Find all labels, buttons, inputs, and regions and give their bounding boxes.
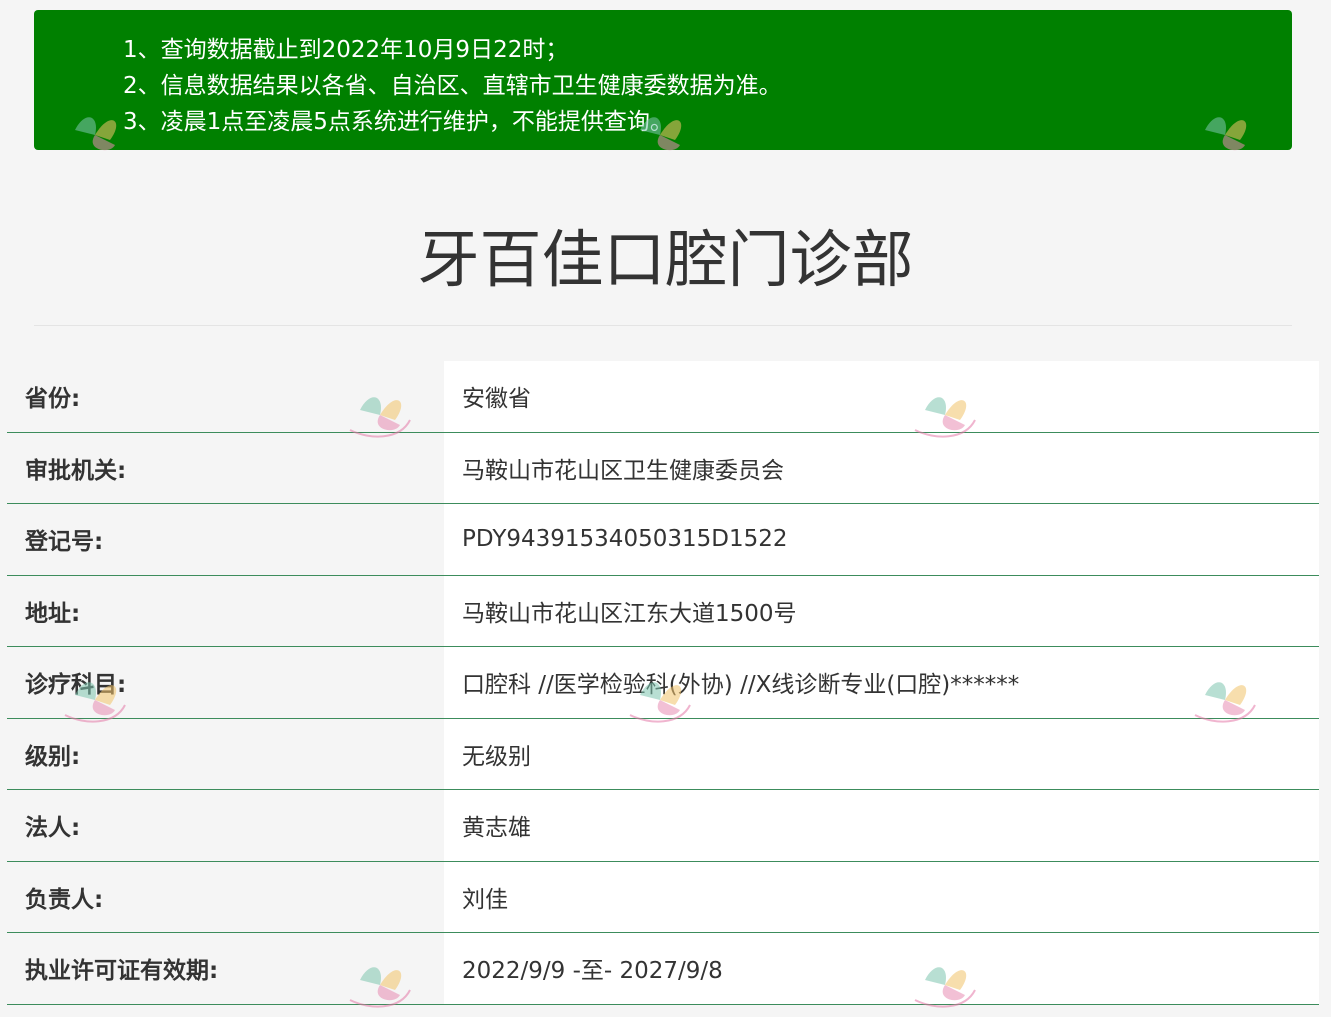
table-row: 法人: 黄志雄 xyxy=(7,790,1319,862)
table-row: 登记号: PDY94391534050315D1522 xyxy=(7,504,1319,576)
approval-authority-label: 审批机关: xyxy=(7,432,444,503)
departments-value: 口腔科 //医学检验科(外协) //X线诊断专业(口腔)****** xyxy=(444,647,1319,718)
person-in-charge-label: 负责人: xyxy=(7,861,444,932)
page-title: 牙百佳口腔门诊部 xyxy=(417,223,914,296)
notice-line: 1、查询数据截止到2022年10月9日22时； xyxy=(123,37,569,63)
notice-banner: 1、查询数据截止到2022年10月9日22时； 2、信息数据结果以各省、自治区、… xyxy=(34,10,1292,150)
title-divider xyxy=(34,325,1292,326)
table-row: 诊疗科目: 口腔科 //医学检验科(外协) //X线诊断专业(口腔)****** xyxy=(7,647,1319,719)
level-label: 级别: xyxy=(7,718,444,789)
license-validity-value: 2022/9/9 -至- 2027/9/8 xyxy=(444,933,1319,1004)
notice-line: 2、信息数据结果以各省、自治区、直辖市卫生健康委数据为准。 xyxy=(123,73,782,99)
registration-number-label: 登记号: xyxy=(7,504,444,575)
info-table: 省份: 安徽省 审批机关: 马鞍山市花山区卫生健康委员会 登记号: PDY943… xyxy=(7,361,1319,1005)
notice-line: 3、凌晨1点至凌晨5点系统进行维护，不能提供查询。 xyxy=(123,109,673,135)
level-value: 无级别 xyxy=(444,718,1319,789)
table-row: 地址: 马鞍山市花山区江东大道1500号 xyxy=(7,575,1319,647)
license-validity-label: 执业许可证有效期: xyxy=(7,933,444,1004)
table-row: 执业许可证有效期: 2022/9/9 -至- 2027/9/8 xyxy=(7,933,1319,1005)
departments-label: 诊疗科目: xyxy=(7,647,444,718)
address-label: 地址: xyxy=(7,575,444,646)
table-row: 省份: 安徽省 xyxy=(7,361,1319,433)
approval-authority-value: 马鞍山市花山区卫生健康委员会 xyxy=(444,432,1319,503)
registration-number-value: PDY94391534050315D1522 xyxy=(444,504,1319,575)
address-value: 马鞍山市花山区江东大道1500号 xyxy=(444,575,1319,646)
table-row: 级别: 无级别 xyxy=(7,718,1319,790)
legal-person-label: 法人: xyxy=(7,790,444,861)
legal-person-value: 黄志雄 xyxy=(444,790,1319,861)
person-in-charge-value: 刘佳 xyxy=(444,861,1319,932)
table-row: 负责人: 刘佳 xyxy=(7,861,1319,933)
province-label: 省份: xyxy=(7,361,444,432)
table-row: 审批机关: 马鞍山市花山区卫生健康委员会 xyxy=(7,432,1319,504)
province-value: 安徽省 xyxy=(444,361,1319,432)
